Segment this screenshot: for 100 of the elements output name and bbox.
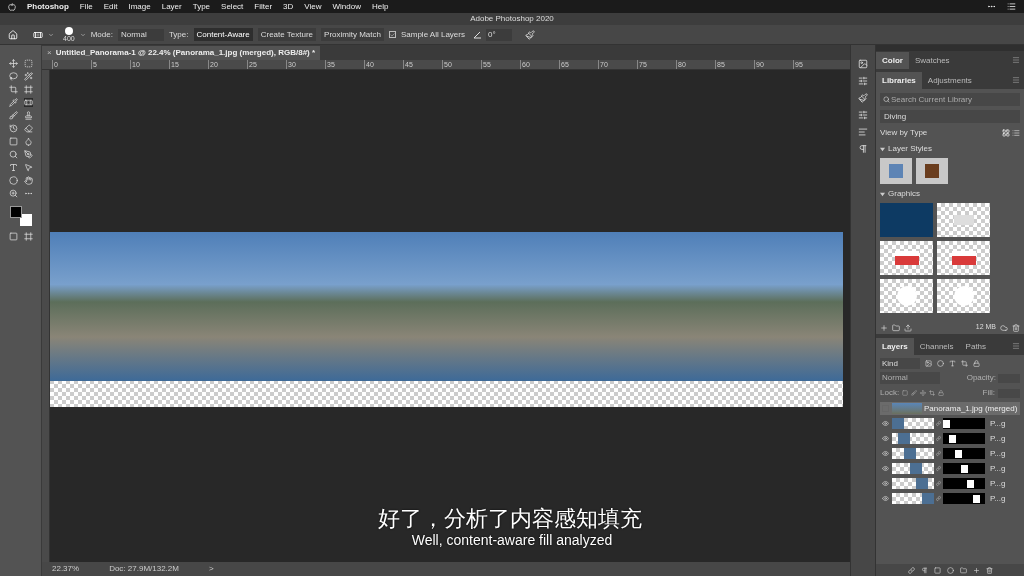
grid-view-icon[interactable]	[1002, 129, 1010, 137]
disclosure-icon[interactable]	[880, 146, 885, 152]
ellipse-icon[interactable]	[8, 176, 18, 185]
new-layer-icon[interactable]	[972, 566, 980, 574]
properties-icon[interactable]	[858, 110, 868, 120]
section-header[interactable]: Graphics	[888, 188, 920, 200]
add-icon[interactable]	[880, 323, 888, 332]
panel-menu-icon[interactable]	[1012, 56, 1020, 64]
layer-row[interactable]: P...g	[880, 492, 1020, 505]
brush-settings-icon[interactable]	[858, 93, 868, 103]
lasso-icon[interactable]	[8, 72, 18, 81]
move-icon[interactable]	[8, 59, 18, 68]
graphic-thumbnail[interactable]	[880, 279, 933, 313]
style-thumbnail[interactable]	[880, 158, 912, 184]
menu-item[interactable]: Help	[371, 0, 389, 13]
wand-icon[interactable]	[23, 72, 33, 81]
eraser-icon[interactable]	[23, 124, 33, 133]
graphic-thumbnail[interactable]	[937, 279, 990, 313]
library-dropdown[interactable]: Diving	[880, 110, 1020, 123]
menu-item[interactable]: File	[79, 0, 93, 13]
visibility-icon[interactable]	[881, 450, 889, 457]
more-icon[interactable]	[987, 2, 996, 11]
folder-icon[interactable]	[892, 323, 900, 332]
pointer-icon[interactable]	[23, 163, 33, 172]
smart-object-filter-icon[interactable]	[973, 360, 980, 367]
menu-item[interactable]: Layer	[161, 0, 182, 13]
menu-item[interactable]: View	[304, 0, 322, 13]
layer-row[interactable]: Panorama_1.jpg (merged)	[880, 402, 1020, 415]
search-icon[interactable]	[8, 150, 18, 159]
layer-row[interactable]: P...g	[880, 432, 1020, 445]
trash-icon[interactable]	[1012, 323, 1020, 332]
lock-artboard-icon[interactable]	[929, 390, 936, 396]
menu-item[interactable]: Window	[332, 0, 361, 13]
hand-icon[interactable]	[23, 176, 33, 185]
menu-item[interactable]: Type	[192, 0, 211, 13]
list-view-icon[interactable]	[1012, 129, 1020, 137]
visibility-icon[interactable]	[881, 495, 889, 502]
panel-tab[interactable]: Adjustments	[921, 72, 978, 89]
visibility-icon[interactable]	[881, 480, 889, 487]
panel-tab[interactable]: Layers	[876, 338, 914, 355]
graphic-thumbnail[interactable]	[880, 241, 933, 275]
adjustment-filter-icon[interactable]	[937, 360, 944, 367]
caret-icon[interactable]	[48, 31, 54, 38]
menu-item[interactable]: Image	[128, 0, 151, 13]
blend-mode-dropdown[interactable]: Normal	[880, 372, 940, 384]
eyedropper-icon[interactable]	[8, 98, 18, 107]
apple-logo-icon[interactable]	[8, 2, 16, 11]
layer-row[interactable]: P...g	[880, 447, 1020, 460]
graphic-thumbnail[interactable]	[937, 203, 990, 237]
shape-filter-icon[interactable]	[961, 360, 968, 367]
type-option-button[interactable]: Content-Aware	[193, 28, 253, 41]
visibility-icon[interactable]	[881, 435, 889, 442]
angle-field[interactable]: 0°	[486, 28, 512, 41]
panel-menu-icon[interactable]	[1012, 342, 1020, 350]
drop-icon[interactable]	[23, 137, 33, 146]
visibility-icon[interactable]	[881, 465, 889, 472]
panel-menu-icon[interactable]	[1012, 76, 1020, 84]
lock-brush-icon[interactable]	[911, 390, 918, 396]
type-option-button[interactable]: Create Texture	[257, 28, 317, 41]
visibility-icon[interactable]	[881, 420, 889, 427]
group-icon[interactable]	[959, 566, 967, 574]
view-dropdown[interactable]: View by Type	[880, 127, 928, 139]
layer-row[interactable]: P...g	[880, 462, 1020, 475]
bandage-icon[interactable]	[33, 29, 43, 40]
panel-tab[interactable]: Libraries	[876, 72, 922, 89]
panel-tab[interactable]: Paths	[959, 338, 993, 355]
brush-icon[interactable]	[8, 111, 18, 120]
foreground-color-swatch[interactable]	[9, 206, 22, 218]
history-brush-icon[interactable]	[8, 124, 18, 133]
trash-icon[interactable]	[985, 566, 993, 574]
layer-row[interactable]: P...g	[880, 417, 1020, 430]
bandage-icon[interactable]	[23, 98, 33, 107]
brush-preview-icon[interactable]	[64, 26, 73, 35]
pressure-icon[interactable]	[525, 29, 535, 40]
list-icon[interactable]	[1007, 2, 1016, 11]
panel-tab[interactable]: Swatches	[908, 52, 956, 69]
panel-tab[interactable]: Color	[876, 52, 909, 69]
type-filter-icon[interactable]	[949, 360, 956, 367]
disclosure-icon[interactable]	[880, 191, 885, 197]
type-option-button[interactable]: Proximity Match	[321, 28, 384, 41]
mode-dropdown[interactable]: Normal	[117, 28, 164, 41]
crop-icon[interactable]	[8, 85, 18, 94]
zoom-icon[interactable]	[8, 189, 18, 198]
adjustment-icon[interactable]	[946, 566, 954, 574]
style-thumbnail[interactable]	[916, 158, 948, 184]
image-filter-icon[interactable]	[925, 360, 932, 367]
filter-dropdown[interactable]: Kind	[880, 358, 920, 369]
visibility-toggle[interactable]	[881, 405, 889, 412]
lock-all-icon[interactable]	[938, 390, 945, 396]
stamp-icon[interactable]	[23, 111, 33, 120]
layer-row[interactable]: P...g	[880, 477, 1020, 490]
menu-item[interactable]: Select	[221, 0, 244, 13]
graphic-thumbnail[interactable]	[937, 241, 990, 275]
link-layers-icon[interactable]	[907, 566, 915, 574]
caret-icon[interactable]	[79, 31, 86, 38]
home-icon[interactable]	[8, 29, 18, 40]
zoom-level[interactable]: 22.37%	[52, 563, 80, 575]
menu-item[interactable]: 3D	[283, 0, 294, 13]
library-search-field[interactable]: Search Current Library	[880, 93, 1020, 106]
status-arrow[interactable]: >	[208, 563, 214, 575]
